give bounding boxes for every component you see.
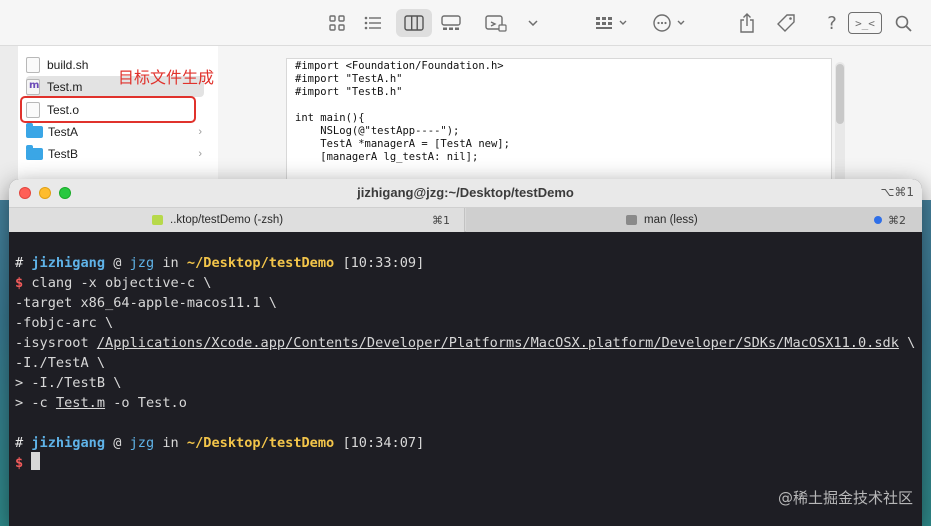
command-prefix: $ xyxy=(15,275,32,291)
code-line: TestA *managerA = [TestA new]; xyxy=(295,138,510,150)
tab-label: man (less) xyxy=(644,214,698,226)
command-line: -I./TestA \ xyxy=(15,354,105,372)
prompt-at: @ xyxy=(113,435,122,451)
command-line: > -I./TestB \ xyxy=(15,374,121,392)
source-file-icon xyxy=(26,78,40,95)
code-line: #import "TestB.h" xyxy=(295,86,403,98)
tab-zsh[interactable]: ..ktop/testDemo (-zsh) ⌘1 xyxy=(9,208,465,232)
search-icon[interactable] xyxy=(893,11,913,35)
finder-sidebar xyxy=(0,46,18,200)
folder-icon xyxy=(26,144,43,160)
command-text: clang -x objective-c \ xyxy=(31,275,212,291)
terminal-icon[interactable]: >_< xyxy=(848,12,882,34)
chevron-right-icon: › xyxy=(198,147,202,160)
list-item[interactable]: TestB › xyxy=(26,143,204,164)
prompt-at: @ xyxy=(113,255,122,271)
tab-shortcut: ⌘1 xyxy=(432,213,450,227)
gallery-view-icon[interactable] xyxy=(440,11,462,35)
code-line: NSLog(@"testApp----"); xyxy=(295,125,460,137)
terminal-tab-icon xyxy=(152,215,163,225)
prompt-user: jizhigang xyxy=(31,435,106,451)
prompt-path: ~/Desktop/testDemo xyxy=(186,435,335,451)
command-text: -fobjc-arc \ xyxy=(15,315,114,331)
watermark: @稀土掘金技术社区 xyxy=(777,489,913,507)
more-icon[interactable] xyxy=(652,11,688,35)
terminal-window: jizhigang@jzg:~/Desktop/testDemo ⌥⌘1 ..k… xyxy=(9,179,922,526)
code-line: #import "TestA.h" xyxy=(295,73,403,85)
command-line: -isysroot /Applications/Xcode.app/Conten… xyxy=(15,334,915,352)
command-text: -I./TestA \ xyxy=(15,355,106,371)
prompt-host: jzg xyxy=(129,255,155,271)
finder-toolbar: ? >_< xyxy=(0,0,931,46)
prompt-hash: # xyxy=(15,435,24,451)
help-icon[interactable]: ? xyxy=(824,11,840,35)
command-line: > -c Test.m -o Test.o xyxy=(15,394,187,412)
command-text: -c xyxy=(31,395,56,411)
search-tab-icon xyxy=(626,215,637,225)
chevron-down-icon[interactable] xyxy=(526,11,540,35)
window-title: jizhigang@jzg:~/Desktop/testDemo xyxy=(357,185,574,200)
prompt-hash: # xyxy=(15,255,24,271)
file-icon xyxy=(26,56,40,73)
file-name: build.sh xyxy=(47,57,89,72)
folder-name: TestB xyxy=(48,146,79,161)
prompt-in: in xyxy=(162,435,179,451)
prompt-host: jzg xyxy=(129,435,155,451)
tab-shortcut: ⌘2 xyxy=(888,213,906,227)
command-text: -isysroot xyxy=(15,335,97,351)
terminal-output[interactable]: # jizhigang @ jzg in ~/Desktop/testDemo … xyxy=(9,232,922,526)
command-line: $ clang -x objective-c \ xyxy=(15,274,211,292)
file-name: Test.m xyxy=(47,79,83,94)
command-line: -fobjc-arc \ xyxy=(15,314,113,332)
prompt-path: ~/Desktop/testDemo xyxy=(186,255,335,271)
scrollbar-thumb[interactable] xyxy=(836,64,844,124)
command-prefix: $ xyxy=(15,455,24,471)
terminal-titlebar: jizhigang@jzg:~/Desktop/testDemo ⌥⌘1 xyxy=(9,179,922,208)
folder-name: TestA xyxy=(48,124,79,139)
prompt-user: jizhigang xyxy=(31,255,106,271)
command-text: -I./TestB \ xyxy=(31,375,122,391)
command-prefix: > xyxy=(15,375,32,391)
folder-icon xyxy=(26,122,43,138)
prompt-line: # jizhigang @ jzg in ~/Desktop/testDemo … xyxy=(15,434,424,452)
sysroot-path[interactable]: /Applications/Xcode.app/Contents/Develop… xyxy=(97,335,899,351)
chevron-right-icon: › xyxy=(198,125,202,138)
prompt-line: # jizhigang @ jzg in ~/Desktop/testDemo … xyxy=(15,254,424,272)
activity-indicator-icon xyxy=(874,216,882,224)
code-line: [managerA lg_testA: nil]; xyxy=(295,151,479,163)
highlight-box xyxy=(20,96,196,123)
tab-man[interactable]: man (less) ⌘2 xyxy=(466,208,922,232)
grid-group-icon[interactable] xyxy=(594,11,630,35)
icon-view-icon[interactable] xyxy=(327,11,347,35)
list-item[interactable]: TestA › xyxy=(26,121,204,142)
prompt-in: in xyxy=(162,255,179,271)
text-cursor xyxy=(31,452,40,470)
command-line: -target x86_64-apple-macos11.1 \ xyxy=(15,294,277,312)
code-line: #import <Foundation/Foundation.h> xyxy=(295,60,504,72)
share-icon[interactable] xyxy=(738,11,756,35)
command-text: -o Test.o xyxy=(105,395,187,411)
command-text: -target x86_64-apple-macos11.1 \ xyxy=(15,295,277,311)
list-view-icon[interactable] xyxy=(362,11,384,35)
tab-label: ..ktop/testDemo (-zsh) xyxy=(170,214,284,226)
command-text: \ xyxy=(898,335,916,351)
prompt-time: [10:33:09] xyxy=(342,255,425,271)
tag-icon[interactable] xyxy=(775,11,797,35)
tab-bar: ..ktop/testDemo (-zsh) ⌘1 man (less) ⌘2 xyxy=(9,208,922,232)
annotation-label: 目标文件生成 xyxy=(118,68,215,87)
command-prefix: > xyxy=(15,395,32,411)
column-view-icon xyxy=(403,11,425,35)
source-file-link[interactable]: Test.m xyxy=(56,395,105,411)
command-line: $ xyxy=(15,454,23,472)
prompt-time: [10:34:07] xyxy=(342,435,425,451)
finder-window: ? >_< build.sh Test.m Test.o TestA › Tes… xyxy=(0,0,931,200)
window-shortcut: ⌥⌘1 xyxy=(880,185,914,199)
code-line: int main(){ xyxy=(295,112,365,124)
group-icon[interactable] xyxy=(484,11,508,35)
